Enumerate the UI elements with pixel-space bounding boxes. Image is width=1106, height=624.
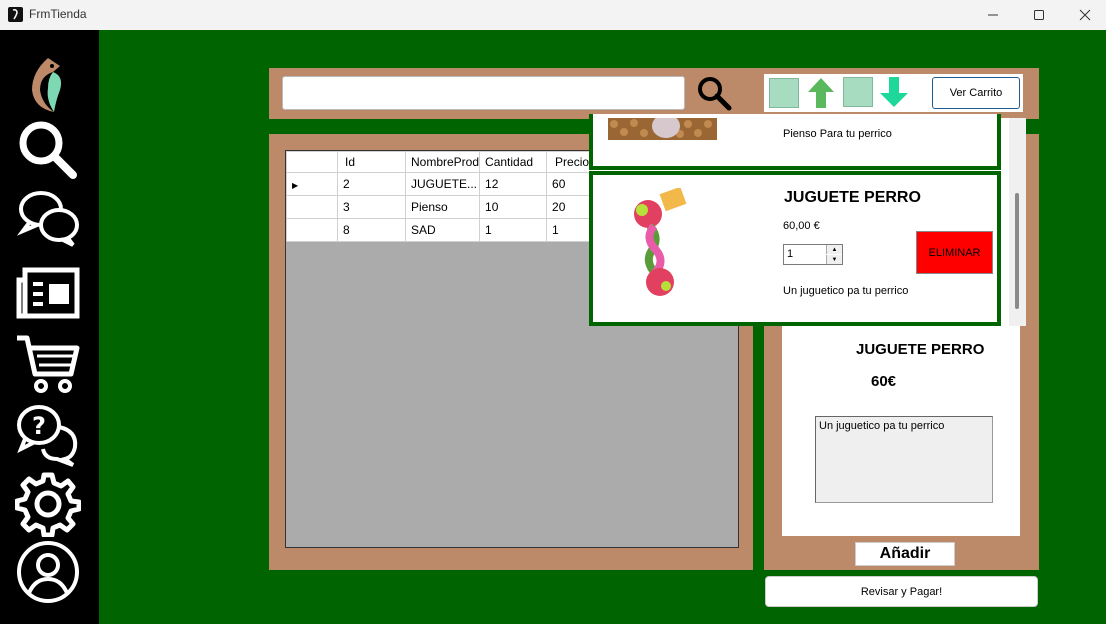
search-icon <box>698 77 732 111</box>
logo-icon[interactable] <box>14 52 82 116</box>
search-button[interactable] <box>694 74 734 112</box>
table-row[interactable]: 8 SAD 1 1 <box>286 218 601 242</box>
row-selector[interactable] <box>286 218 338 242</box>
triangle-down-icon: ▼ <box>831 256 838 263</box>
maximize-button[interactable] <box>1016 0 1062 30</box>
row-header-corner <box>286 151 338 173</box>
view-cart-button[interactable]: Ver Carrito <box>932 77 1020 109</box>
cell-nombre[interactable]: JUGUETE... <box>404 172 481 196</box>
current-row-icon: ▶ <box>292 181 299 190</box>
cart-item-2-name: JUGUETE PERRO <box>784 189 921 206</box>
products-table: Id NombreProd Cantidad Precio ▶ 2 JUGUET… <box>286 151 601 242</box>
column-header-cantidad[interactable]: Cantidad <box>479 151 548 173</box>
quantity-up-button[interactable]: ▲ <box>826 245 842 254</box>
detail-description-box[interactable]: Un juguetico pa tu perrico <box>815 416 993 503</box>
scroll-down-button[interactable] <box>878 75 910 109</box>
cell-id[interactable]: 8 <box>337 218 406 242</box>
cart-thumb-button-1[interactable] <box>769 78 799 108</box>
chat-icon[interactable] <box>14 188 82 252</box>
remove-item-button[interactable]: ELIMINAR <box>916 231 993 274</box>
cell-cantidad[interactable]: 12 <box>479 172 548 196</box>
scroll-up-button[interactable] <box>806 76 836 110</box>
add-to-cart-button[interactable]: Añadir <box>855 542 955 566</box>
close-icon <box>1079 9 1091 21</box>
close-button[interactable] <box>1062 0 1106 30</box>
row-selector[interactable] <box>286 195 338 219</box>
cell-id[interactable]: 2 <box>337 172 406 196</box>
table-row[interactable]: 3 Pienso 10 20 <box>286 195 601 219</box>
column-header-nombre[interactable]: NombreProd <box>404 151 481 173</box>
cell-nombre[interactable]: Pienso <box>404 195 481 219</box>
table-header-row: Id NombreProd Cantidad Precio <box>286 151 601 173</box>
news-icon[interactable] <box>14 262 82 326</box>
triangle-up-icon: ▲ <box>831 246 838 253</box>
settings-icon[interactable] <box>14 472 82 537</box>
title-bar <box>0 0 1106 30</box>
maximize-icon <box>1034 10 1044 20</box>
quantity-value[interactable]: 1 <box>787 248 793 260</box>
cart-item-1-image <box>608 118 717 140</box>
detail-product-name: JUGUETE PERRO <box>856 341 985 358</box>
window-title: FrmTienda <box>29 7 87 21</box>
minimize-icon <box>988 14 998 16</box>
cart-item-2-description: Un juguetico pa tu perrico <box>783 285 909 297</box>
search-nav-icon[interactable] <box>14 118 82 182</box>
quantity-down-button[interactable]: ▼ <box>826 255 842 264</box>
detail-product-price: 60€ <box>871 373 897 390</box>
column-header-id[interactable]: Id <box>337 151 406 173</box>
user-icon[interactable] <box>14 540 82 604</box>
cart-thumb-button-2[interactable] <box>843 77 873 107</box>
table-row[interactable]: ▶ 2 JUGUETE... 12 60 <box>286 172 601 196</box>
row-selector[interactable]: ▶ <box>286 172 338 196</box>
help-icon[interactable]: ? <box>14 404 82 468</box>
app-icon <box>8 7 23 22</box>
arrow-down-icon <box>880 77 908 107</box>
checkout-button[interactable]: Revisar y Pagar! <box>765 576 1038 607</box>
cell-cantidad[interactable]: 1 <box>479 218 548 242</box>
search-input[interactable] <box>282 76 685 110</box>
cell-id[interactable]: 3 <box>337 195 406 219</box>
cart-item-1-description: Pienso Para tu perrico <box>783 128 892 140</box>
cell-nombre[interactable]: SAD <box>404 218 481 242</box>
cell-cantidad[interactable]: 10 <box>479 195 548 219</box>
cart-nav-icon[interactable] <box>14 332 82 396</box>
cart-item-2-image <box>630 186 688 298</box>
cart-item-2-price: 60,00 € <box>783 220 820 232</box>
minimize-button[interactable] <box>970 0 1016 30</box>
cart-scrollbar-thumb[interactable] <box>1015 193 1019 309</box>
arrow-up-icon <box>808 78 834 108</box>
svg-text:?: ? <box>32 412 46 440</box>
